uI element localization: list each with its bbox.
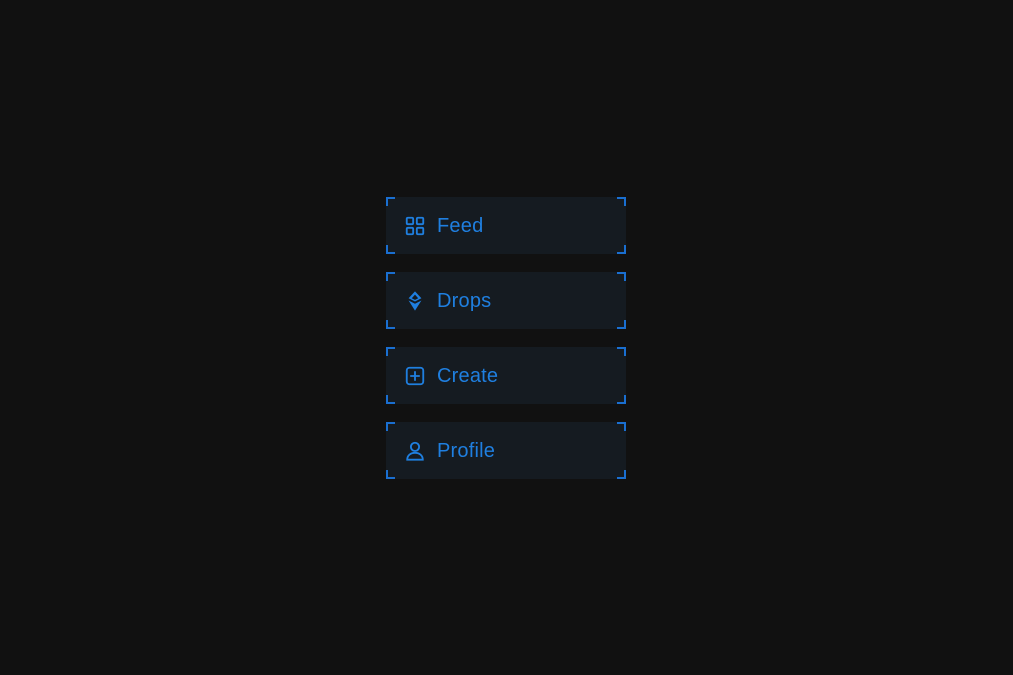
corner-bracket bbox=[386, 272, 395, 281]
menu-item-feed[interactable]: Feed bbox=[386, 197, 626, 254]
menu-item-label: Profile bbox=[437, 439, 496, 462]
corner-bracket bbox=[617, 395, 626, 404]
menu-item-label: Feed bbox=[437, 214, 484, 237]
corner-bracket bbox=[386, 347, 395, 356]
menu-item-drops[interactable]: Drops bbox=[386, 272, 626, 329]
menu-item-label: Create bbox=[437, 364, 499, 387]
corner-bracket bbox=[617, 272, 626, 281]
corner-bracket bbox=[386, 422, 395, 431]
corner-bracket bbox=[386, 320, 395, 329]
corner-bracket bbox=[617, 197, 626, 206]
corner-bracket bbox=[617, 422, 626, 431]
diamond-stack-icon bbox=[404, 290, 426, 312]
main-menu: Feed Drops Create Profile bbox=[386, 197, 626, 479]
corner-bracket bbox=[617, 245, 626, 254]
menu-item-create[interactable]: Create bbox=[386, 347, 626, 404]
corner-bracket bbox=[386, 395, 395, 404]
user-icon bbox=[404, 440, 426, 462]
corner-bracket bbox=[617, 347, 626, 356]
grid-icon bbox=[404, 215, 426, 237]
plus-square-icon bbox=[404, 365, 426, 387]
corner-bracket bbox=[617, 470, 626, 479]
menu-item-profile[interactable]: Profile bbox=[386, 422, 626, 479]
menu-item-label: Drops bbox=[437, 289, 492, 312]
corner-bracket bbox=[386, 470, 395, 479]
corner-bracket bbox=[386, 245, 395, 254]
corner-bracket bbox=[386, 197, 395, 206]
corner-bracket bbox=[617, 320, 626, 329]
